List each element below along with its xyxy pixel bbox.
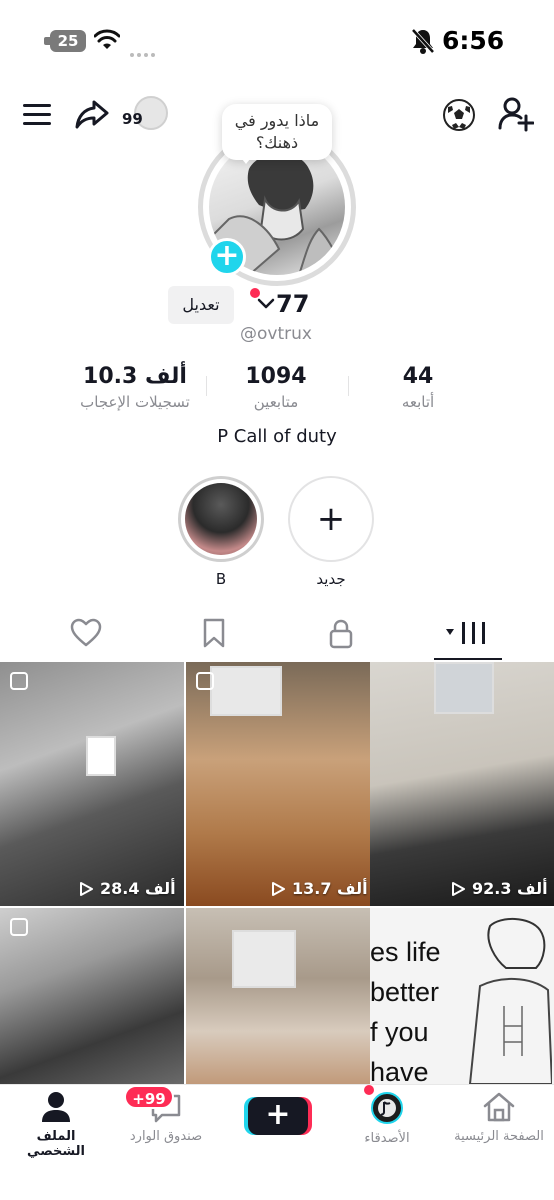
stat-divider xyxy=(348,376,349,396)
following-count: 44 xyxy=(402,364,434,389)
video-tile[interactable]: 92.3 ألف xyxy=(370,662,554,906)
liked-tab-heart-icon[interactable] xyxy=(70,618,102,648)
multi-select-icon xyxy=(10,672,28,690)
friends-notification-dot xyxy=(364,1085,374,1095)
stat-followers[interactable]: 1094 متابعين xyxy=(226,364,326,411)
view-count: 92.3 ألف xyxy=(450,879,548,898)
sticker xyxy=(86,736,116,776)
chevron-down-icon[interactable] xyxy=(257,298,275,310)
highlight-label: B xyxy=(215,570,227,588)
new-highlight-label: جديد xyxy=(316,570,346,588)
followers-label: متابعين xyxy=(253,393,299,411)
home-icon xyxy=(483,1092,515,1122)
meme-line: better xyxy=(370,977,440,1007)
sticker xyxy=(434,662,494,714)
play-icon xyxy=(452,881,465,896)
username[interactable]: 77 xyxy=(276,290,309,318)
highlight-b[interactable] xyxy=(178,476,264,562)
coin-balance[interactable]: 99 xyxy=(122,96,168,132)
followers-count: 1094 xyxy=(245,364,307,389)
following-label: أتابعه xyxy=(401,393,435,411)
likes-count: 10.3 ألف xyxy=(83,364,187,389)
multi-select-icon xyxy=(10,918,28,936)
video-tile[interactable]: es life better f you have xyxy=(370,908,554,1084)
meme-line: f you xyxy=(370,1017,429,1047)
stat-divider xyxy=(206,376,207,396)
wifi-icon xyxy=(94,29,120,49)
clock: 6:56 xyxy=(442,26,505,55)
meme-line: es life xyxy=(370,937,441,967)
nav-home[interactable]: الصفحة الرئيسية xyxy=(454,1091,544,1144)
private-tab-lock-icon[interactable] xyxy=(328,618,354,650)
manga-illustration xyxy=(468,918,552,1084)
stat-likes: 10.3 ألف تسجيلات الإعجاب xyxy=(70,364,200,411)
profile-icon xyxy=(42,1092,70,1122)
video-tile[interactable] xyxy=(186,908,370,1084)
notification-dot xyxy=(250,288,260,298)
video-tile[interactable]: 13.7 ألف xyxy=(186,662,370,906)
nav-friends[interactable]: الأصدقاء xyxy=(352,1091,422,1146)
inbox-badge: +99 xyxy=(124,1085,174,1109)
likes-label: تسجيلات الإعجاب xyxy=(80,393,190,411)
active-tab-indicator xyxy=(434,658,502,660)
nav-home-label: الصفحة الرئيسية xyxy=(454,1129,544,1144)
stat-following[interactable]: 44 أتابعه xyxy=(368,364,468,411)
view-count: 13.7 ألف xyxy=(270,879,368,898)
video-tile[interactable] xyxy=(0,908,184,1084)
highlight-thumbnail xyxy=(185,483,257,555)
meme-line: have xyxy=(370,1057,429,1084)
handle: @ovtrux xyxy=(240,324,312,344)
view-count: 28.4 ألف xyxy=(78,879,176,898)
battery-indicator: 25 xyxy=(50,30,86,52)
thought-bubble-tail xyxy=(238,154,254,164)
bottom-nav: الملف الشخصي صندوق الوارد +99 + الأصدقاء… xyxy=(0,1084,554,1200)
sticker xyxy=(210,666,282,716)
coin-count: 99 xyxy=(122,110,143,128)
view-count-text: 28.4 ألف xyxy=(100,879,176,898)
friends-avatar-icon xyxy=(371,1092,403,1124)
menu-icon[interactable] xyxy=(22,100,52,128)
nav-profile[interactable]: الملف الشخصي xyxy=(14,1091,98,1159)
add-friend-icon[interactable] xyxy=(498,96,534,132)
new-highlight-button[interactable]: + xyxy=(288,476,374,562)
soccer-ball-icon[interactable] xyxy=(442,98,476,132)
profile-bio: P Call of duty xyxy=(217,426,337,447)
play-icon xyxy=(272,881,285,896)
bell-off-icon xyxy=(411,28,435,54)
status-bar: 25 6:56 xyxy=(0,0,554,84)
add-story-icon[interactable]: + xyxy=(208,238,246,276)
video-tile[interactable]: 28.4 ألف xyxy=(0,662,184,906)
multi-select-icon xyxy=(196,672,214,690)
edit-profile-button[interactable]: تعديل xyxy=(168,286,234,324)
favorites-tab-bookmark-icon[interactable] xyxy=(202,618,226,648)
nav-friends-label: الأصدقاء xyxy=(364,1131,410,1146)
thought-bubble[interactable]: ماذا يدور في ذهنك؟ xyxy=(222,104,332,160)
share-icon[interactable] xyxy=(74,98,110,130)
videos-tab-grid-icon[interactable] xyxy=(444,618,490,648)
nav-inbox-label: صندوق الوارد xyxy=(129,1129,203,1144)
play-icon xyxy=(80,881,93,896)
meme-text: es life better f you have xyxy=(370,932,441,1084)
view-count-text: 92.3 ألف xyxy=(472,879,548,898)
view-count-text: 13.7 ألف xyxy=(292,879,368,898)
signal-icon xyxy=(130,42,158,61)
create-button[interactable]: + xyxy=(248,1097,308,1135)
nav-profile-label: الملف الشخصي xyxy=(27,1129,85,1159)
sticker xyxy=(232,930,296,988)
